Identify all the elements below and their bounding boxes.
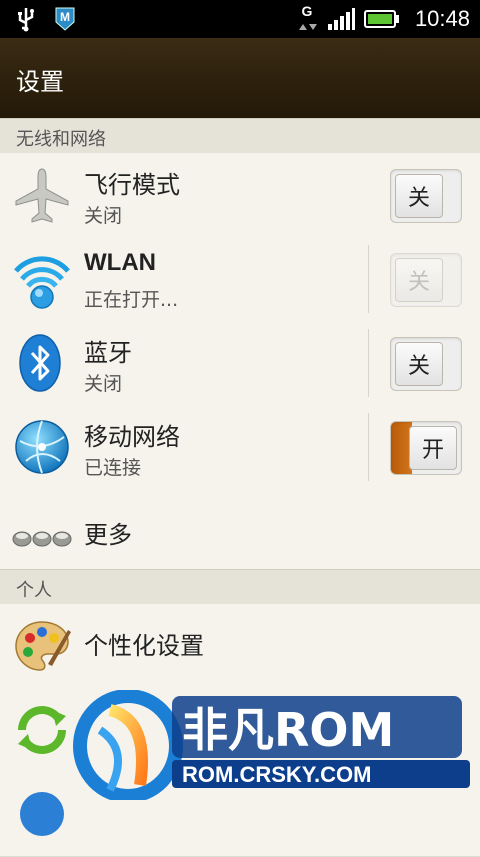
status-bar: M G 10:48 [0,0,480,38]
network-type-label: G [302,3,313,19]
data-transfer-icon: G [296,2,318,40]
globe-network-icon [12,417,72,477]
row-title: 个性化设置 [84,632,204,660]
signal-strength-icon [326,8,356,36]
row-subtitle: 关闭 [84,373,123,395]
row-subtitle: 关闭 [84,205,123,227]
row-subtitle: 正在打开... [84,289,179,311]
palette-icon [12,616,72,676]
page-title: 设置 [16,68,64,96]
row-title: 移动网络 [84,423,180,451]
watermark-brand: 非凡ROM [182,703,394,757]
toggle-knob: 关 [395,258,443,302]
section-header-personal: 个人 [0,569,480,605]
bluetooth-icon [12,333,72,393]
more-dots-icon [12,501,72,561]
toggle-knob: 开 [409,426,457,470]
wifi-icon [12,249,72,309]
airplane-icon [12,165,72,225]
sync-icon [12,700,72,760]
mobile-network-toggle[interactable]: 开 [390,421,462,475]
usb-icon [16,6,36,36]
toggle-knob: 关 [395,174,443,218]
list-item-more[interactable]: 更多 [0,489,480,574]
svg-text:M: M [60,10,70,24]
watermark-logo: 非凡ROM ROM.CRSKY.COM [70,689,470,803]
clock: 10:48 [414,6,470,31]
header: 设置 [0,38,480,118]
row-subtitle: 已连接 [84,457,142,479]
list-item-personalize[interactable]: 个性化设置 [0,604,480,689]
row-divider [368,329,369,397]
section-header-wireless: 无线和网络 [0,118,480,154]
app-notification-icon: M [52,6,78,36]
list-item-mobile-network[interactable]: 移动网络 已连接 开 [0,405,480,490]
battery-icon [364,10,400,32]
toggle-knob: 关 [395,342,443,386]
globe-icon [12,784,72,844]
list-item-airplane-mode[interactable]: 飞行模式 关闭 关 [0,153,480,238]
row-title: 飞行模式 [84,171,180,199]
row-title: WLAN [84,249,156,276]
row-title: 蓝牙 [84,339,132,367]
row-divider [368,413,369,481]
row-title: 更多 [84,521,132,549]
section-label: 无线和网络 [16,129,106,150]
row-divider [368,245,369,313]
list-item-wlan[interactable]: WLAN 正在打开... 关 [0,237,480,322]
wlan-toggle[interactable]: 关 [390,253,462,307]
bluetooth-toggle[interactable]: 关 [390,337,462,391]
watermark-url: ROM.CRSKY.COM [182,762,371,787]
airplane-mode-toggle[interactable]: 关 [390,169,462,223]
section-label: 个人 [16,580,52,601]
list-item-bluetooth[interactable]: 蓝牙 关闭 关 [0,321,480,406]
